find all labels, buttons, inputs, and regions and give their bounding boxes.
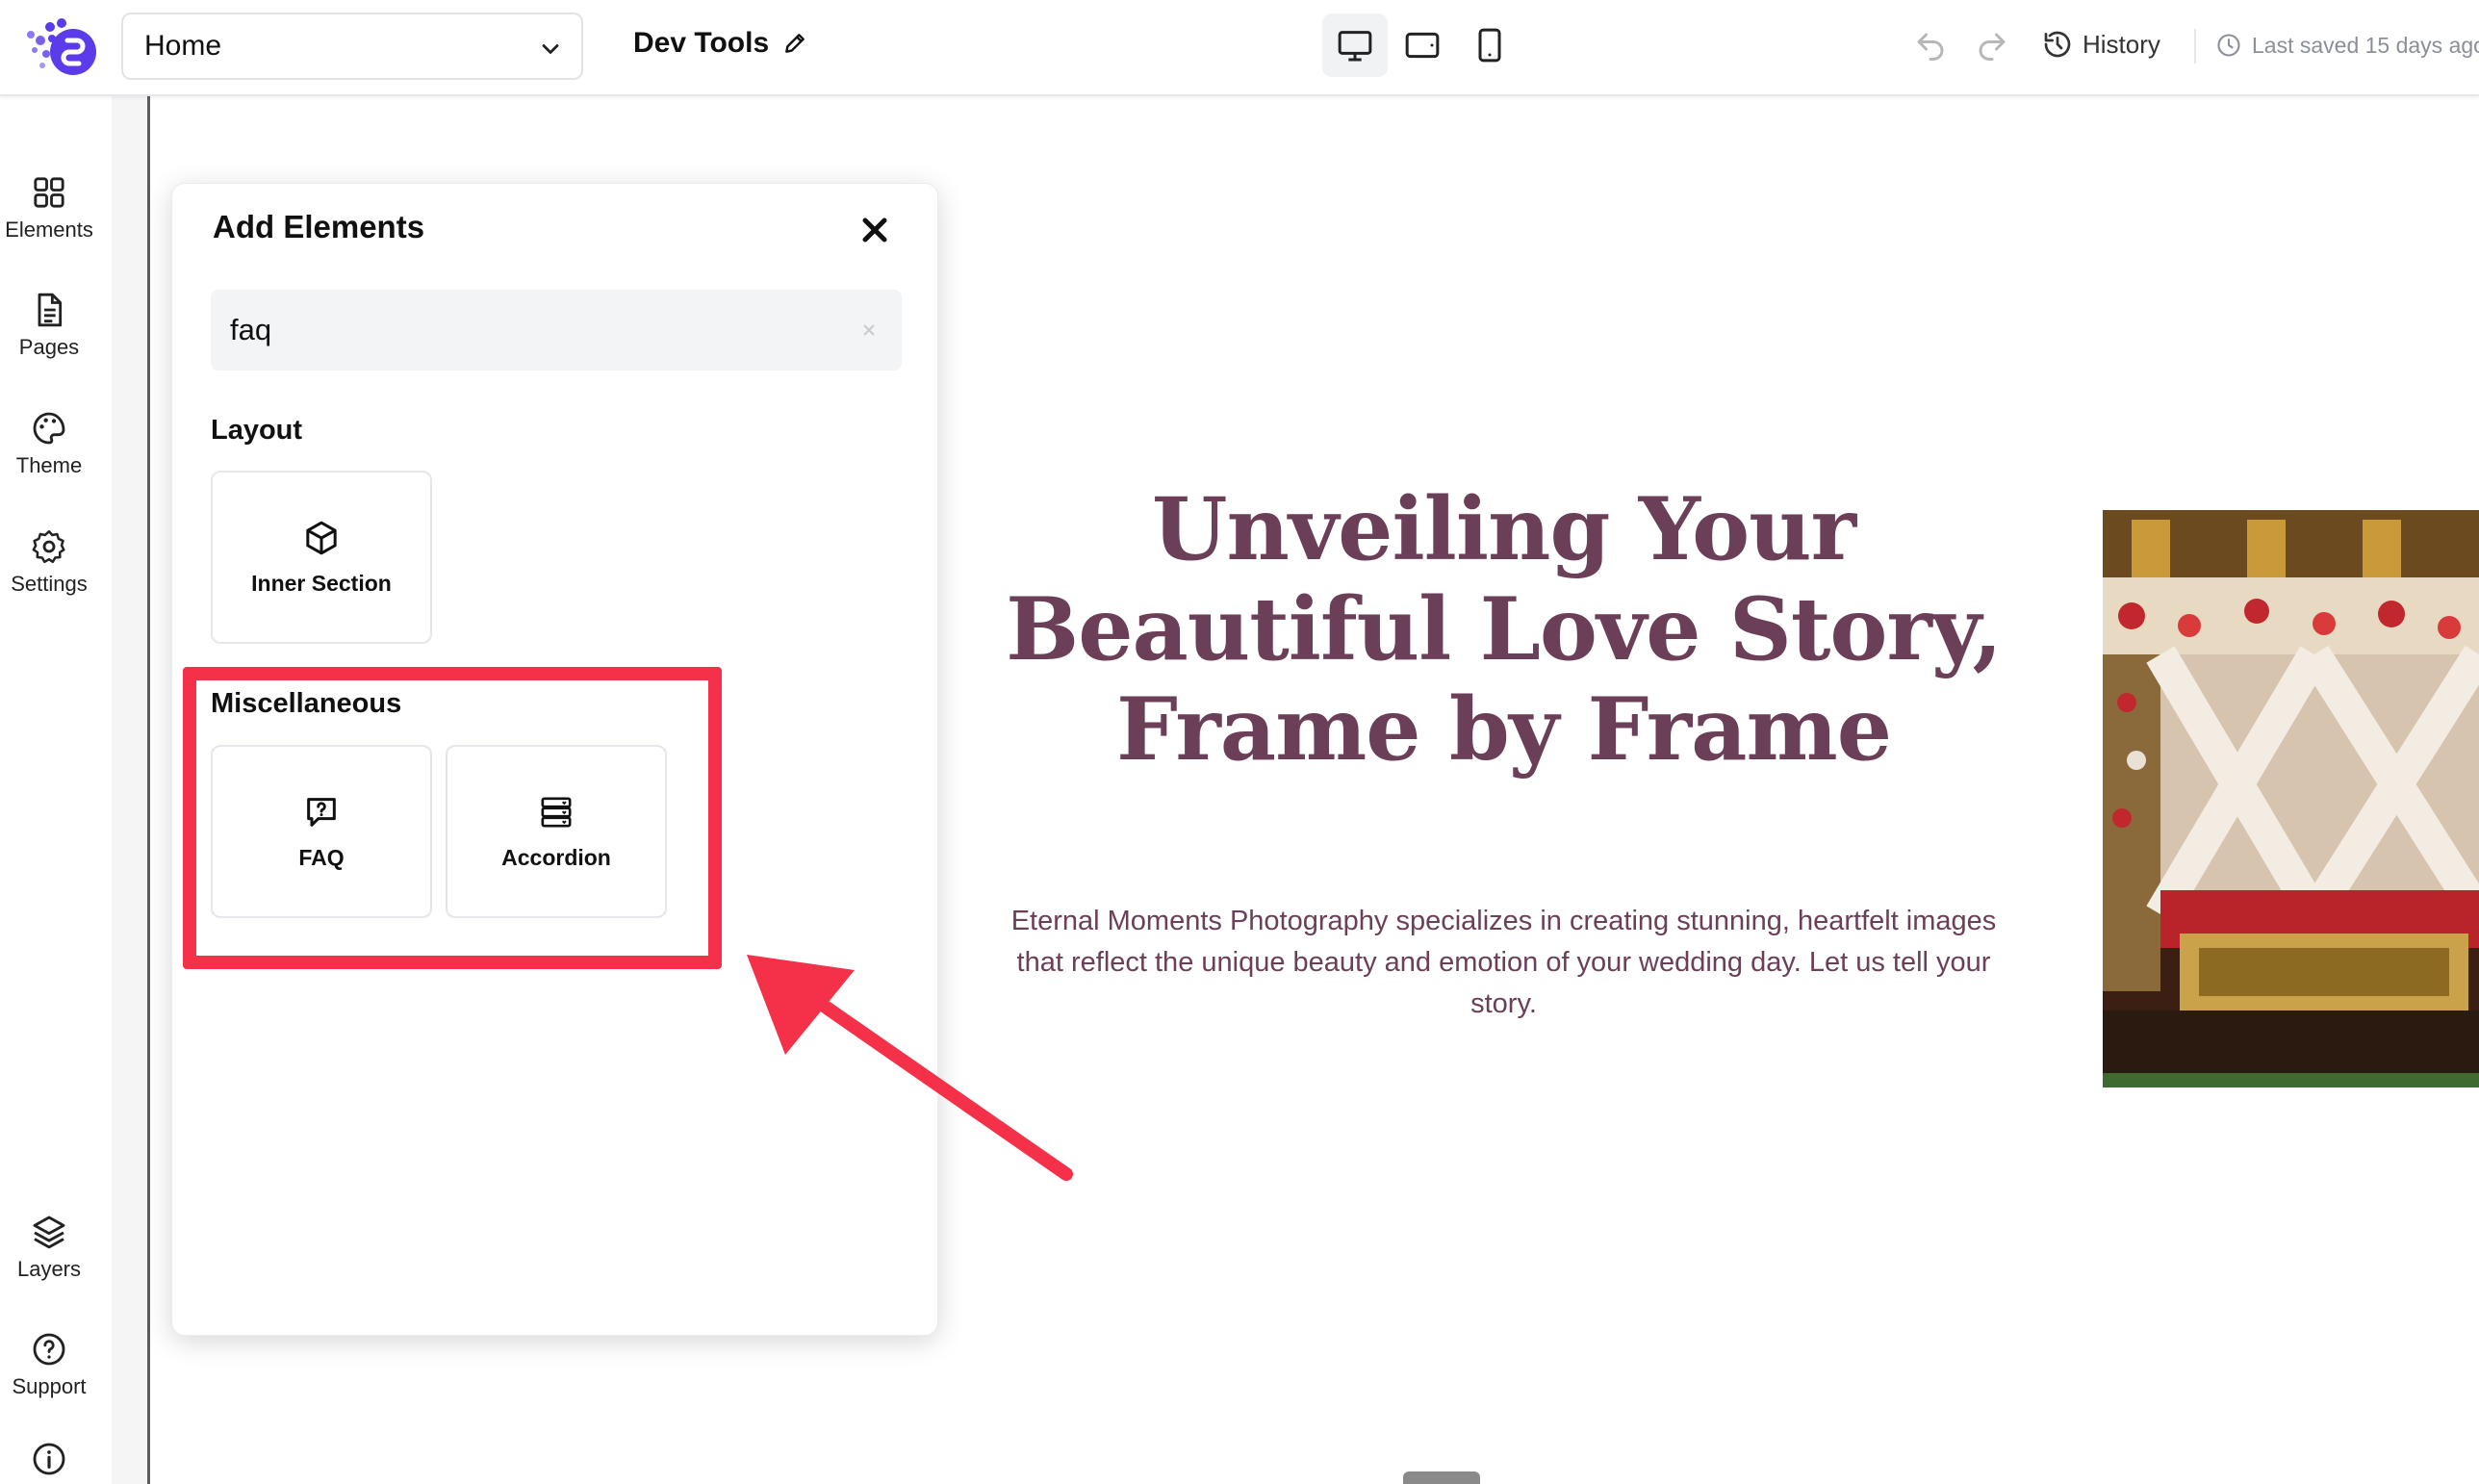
palette-icon — [33, 412, 65, 445]
toolbar-divider — [2194, 29, 2196, 64]
sidebar-item-settings[interactable]: Settings — [0, 527, 98, 597]
sidebar-item-label: Theme — [15, 453, 83, 477]
hero-image[interactable] — [2103, 510, 2479, 1087]
top-bar: Home Dev Tools History Last saved 15 day… — [0, 0, 2479, 96]
sidebar-item-info[interactable] — [0, 1440, 98, 1478]
tablet-view-button[interactable] — [1390, 13, 1455, 77]
page-selector[interactable]: Home — [121, 13, 583, 80]
panel-title: Add Elements — [213, 209, 425, 244]
chevron-down-icon — [542, 44, 559, 54]
mobile-view-button[interactable] — [1457, 13, 1522, 77]
info-icon — [33, 1443, 65, 1475]
sidebar-item-support[interactable]: Support — [0, 1330, 98, 1399]
sidebar-item-label: Elements — [5, 217, 93, 242]
hero-title[interactable]: Unveiling Your Beautiful Love Story, Fra… — [962, 479, 2045, 780]
history-icon — [2044, 31, 2071, 58]
faq-icon — [307, 797, 336, 827]
cube-icon — [306, 521, 337, 554]
mobile-icon — [1478, 28, 1501, 63]
sidebar-item-theme[interactable]: Theme — [0, 409, 98, 478]
clear-search-icon[interactable] — [861, 322, 877, 338]
undo-icon[interactable] — [1913, 29, 1948, 64]
last-saved-text: Last saved 15 days ago — [2252, 32, 2479, 58]
section-label-miscellaneous: Miscellaneous — [211, 688, 402, 719]
canvas-resize-handle[interactable] — [1403, 1471, 1480, 1484]
sidebar-item-label: Layers — [16, 1257, 82, 1281]
last-saved-status: Last saved 15 days ago — [2215, 32, 2479, 59]
app-logo[interactable] — [23, 15, 100, 79]
sidebar-item-pages[interactable]: Pages — [0, 291, 98, 360]
sidebar-item-label: Pages — [18, 335, 80, 359]
accordion-icon — [541, 797, 572, 827]
sidebar-item-elements[interactable]: Elements — [0, 173, 98, 243]
redo-icon[interactable] — [1975, 29, 2009, 64]
page-selector-value: Home — [144, 30, 222, 62]
tile-inner-section[interactable]: Inner Section — [211, 471, 432, 644]
hero-description[interactable]: Eternal Moments Photography specializes … — [991, 901, 2016, 1025]
grid-icon — [34, 177, 64, 208]
tile-label: FAQ — [298, 844, 345, 870]
section-label-layout: Layout — [211, 415, 303, 446]
element-search — [211, 290, 902, 371]
site-name[interactable]: Dev Tools — [633, 27, 807, 60]
tile-label: Accordion — [501, 844, 611, 870]
canvas-gutter — [112, 96, 150, 1484]
history-label: History — [2083, 29, 2160, 59]
tile-faq[interactable]: FAQ — [211, 745, 432, 918]
tile-label: Inner Section — [251, 570, 392, 596]
pencil-icon[interactable] — [782, 31, 807, 56]
tablet-icon — [1405, 32, 1440, 59]
search-input[interactable] — [230, 313, 827, 347]
add-elements-panel: Add Elements Layout Inner Section Miscel… — [171, 183, 938, 1336]
sidebar-item-layers[interactable]: Layers — [0, 1213, 98, 1282]
layers-icon — [33, 1215, 65, 1249]
desktop-view-button[interactable] — [1322, 13, 1388, 77]
gear-icon — [32, 529, 65, 564]
desktop-icon — [1338, 31, 1372, 62]
history-button[interactable]: History — [2042, 29, 2160, 60]
sidebar-item-label: Settings — [11, 572, 88, 596]
close-icon[interactable] — [856, 211, 894, 249]
document-icon — [38, 293, 63, 327]
left-sidebar: Elements Pages Theme Settings Layers Sup… — [0, 96, 112, 1484]
help-icon — [33, 1333, 65, 1366]
site-name-label: Dev Tools — [633, 27, 770, 59]
tile-accordion[interactable]: Accordion — [446, 745, 667, 918]
clock-icon — [2217, 34, 2240, 57]
sidebar-item-label: Support — [12, 1374, 87, 1398]
